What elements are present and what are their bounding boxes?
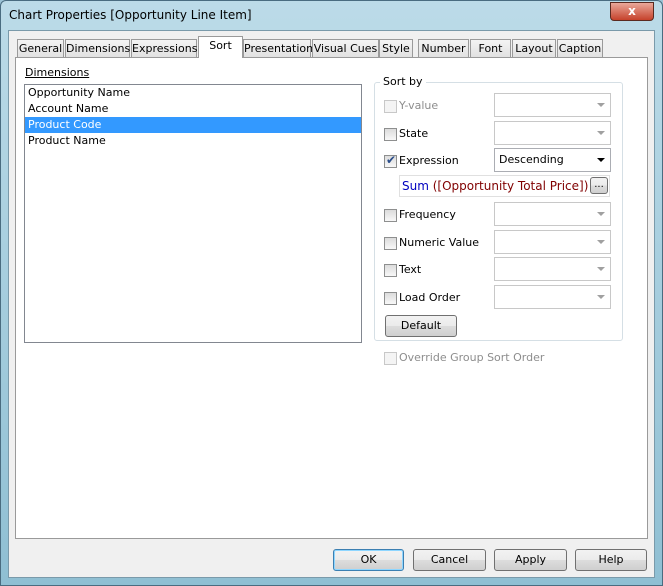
tab-general[interactable]: General [17, 39, 64, 58]
dimensions-label-text: Dimensions [25, 66, 90, 79]
frequency-label: Frequency [399, 208, 456, 221]
tab-number[interactable]: Number [418, 39, 469, 58]
tab-sort[interactable]: Sort [198, 36, 243, 58]
help-button[interactable]: Help [575, 549, 647, 571]
chevron-down-icon [597, 240, 605, 244]
tab-font[interactable]: Font [470, 39, 511, 58]
expression-sort-dropdown[interactable]: Descending [494, 148, 611, 172]
tab-layout[interactable]: Layout [512, 39, 556, 58]
override-group-sort-label: Override Group Sort Order [399, 351, 545, 364]
list-item-selected[interactable]: Product Code [25, 117, 361, 133]
chevron-down-icon [597, 158, 605, 162]
override-group-sort-checkbox[interactable] [384, 352, 397, 365]
y-value-sort-dropdown[interactable] [494, 93, 611, 117]
chevron-down-icon [597, 212, 605, 216]
y-value-checkbox[interactable] [384, 100, 397, 113]
dropdown-value: Descending [499, 153, 564, 166]
expression-function: Sum [402, 179, 429, 193]
sort-by-label: Sort by [380, 75, 426, 88]
apply-button[interactable]: Apply [494, 549, 567, 571]
numeric-value-label: Numeric Value [399, 236, 480, 249]
load-order-label: Load Order [399, 291, 461, 304]
chevron-down-icon [597, 103, 605, 107]
load-order-sort-dropdown[interactable] [494, 285, 611, 309]
cancel-button[interactable]: Cancel [413, 549, 486, 571]
dimensions-list[interactable]: Opportunity Name Account Name Product Co… [24, 84, 362, 343]
state-checkbox[interactable] [384, 128, 397, 141]
list-item[interactable]: Account Name [25, 101, 361, 117]
checkmark-icon: ✔ [386, 153, 397, 167]
tab-visual-cues[interactable]: Visual Cues [312, 39, 379, 58]
chevron-down-icon [597, 295, 605, 299]
numeric-value-checkbox[interactable] [384, 237, 397, 250]
state-sort-dropdown[interactable] [494, 121, 611, 145]
expression-args: ([Opportunity Total Price]) [428, 179, 589, 193]
numeric-value-sort-dropdown[interactable] [494, 230, 611, 254]
ok-button[interactable]: OK [333, 549, 404, 571]
text-checkbox[interactable] [384, 264, 397, 277]
tab-presentation[interactable]: Presentation [243, 39, 313, 58]
text-sort-dropdown[interactable] [494, 257, 611, 281]
frequency-sort-dropdown[interactable] [494, 202, 611, 226]
tab-caption[interactable]: Caption [557, 39, 603, 58]
expression-edit-button[interactable]: ... [590, 177, 608, 194]
load-order-checkbox[interactable] [384, 292, 397, 305]
close-button[interactable]: x [610, 2, 654, 21]
expression-checkbox[interactable]: ✔ [384, 153, 397, 168]
chevron-down-icon [597, 131, 605, 135]
window-title: Chart Properties [Opportunity Line Item] [9, 8, 252, 22]
state-label: State [399, 127, 429, 140]
list-item[interactable]: Product Name [25, 133, 361, 149]
expression-text: Sum ([Opportunity Total Price]) [402, 179, 588, 193]
tab-style[interactable]: Style [379, 39, 413, 58]
frequency-checkbox[interactable] [384, 209, 397, 222]
tab-expressions[interactable]: Expressions [131, 39, 197, 58]
chevron-down-icon [597, 267, 605, 271]
tab-dimensions[interactable]: Dimensions [65, 39, 130, 58]
expression-field[interactable]: Sum ([Opportunity Total Price]) [399, 175, 610, 197]
y-value-label: Y-value [399, 99, 439, 112]
default-button[interactable]: Default [385, 315, 457, 337]
expression-label: Expression [399, 154, 459, 167]
list-item[interactable]: Opportunity Name [25, 85, 361, 101]
dimensions-label: Dimensions [25, 66, 89, 79]
text-label: Text [399, 263, 422, 276]
